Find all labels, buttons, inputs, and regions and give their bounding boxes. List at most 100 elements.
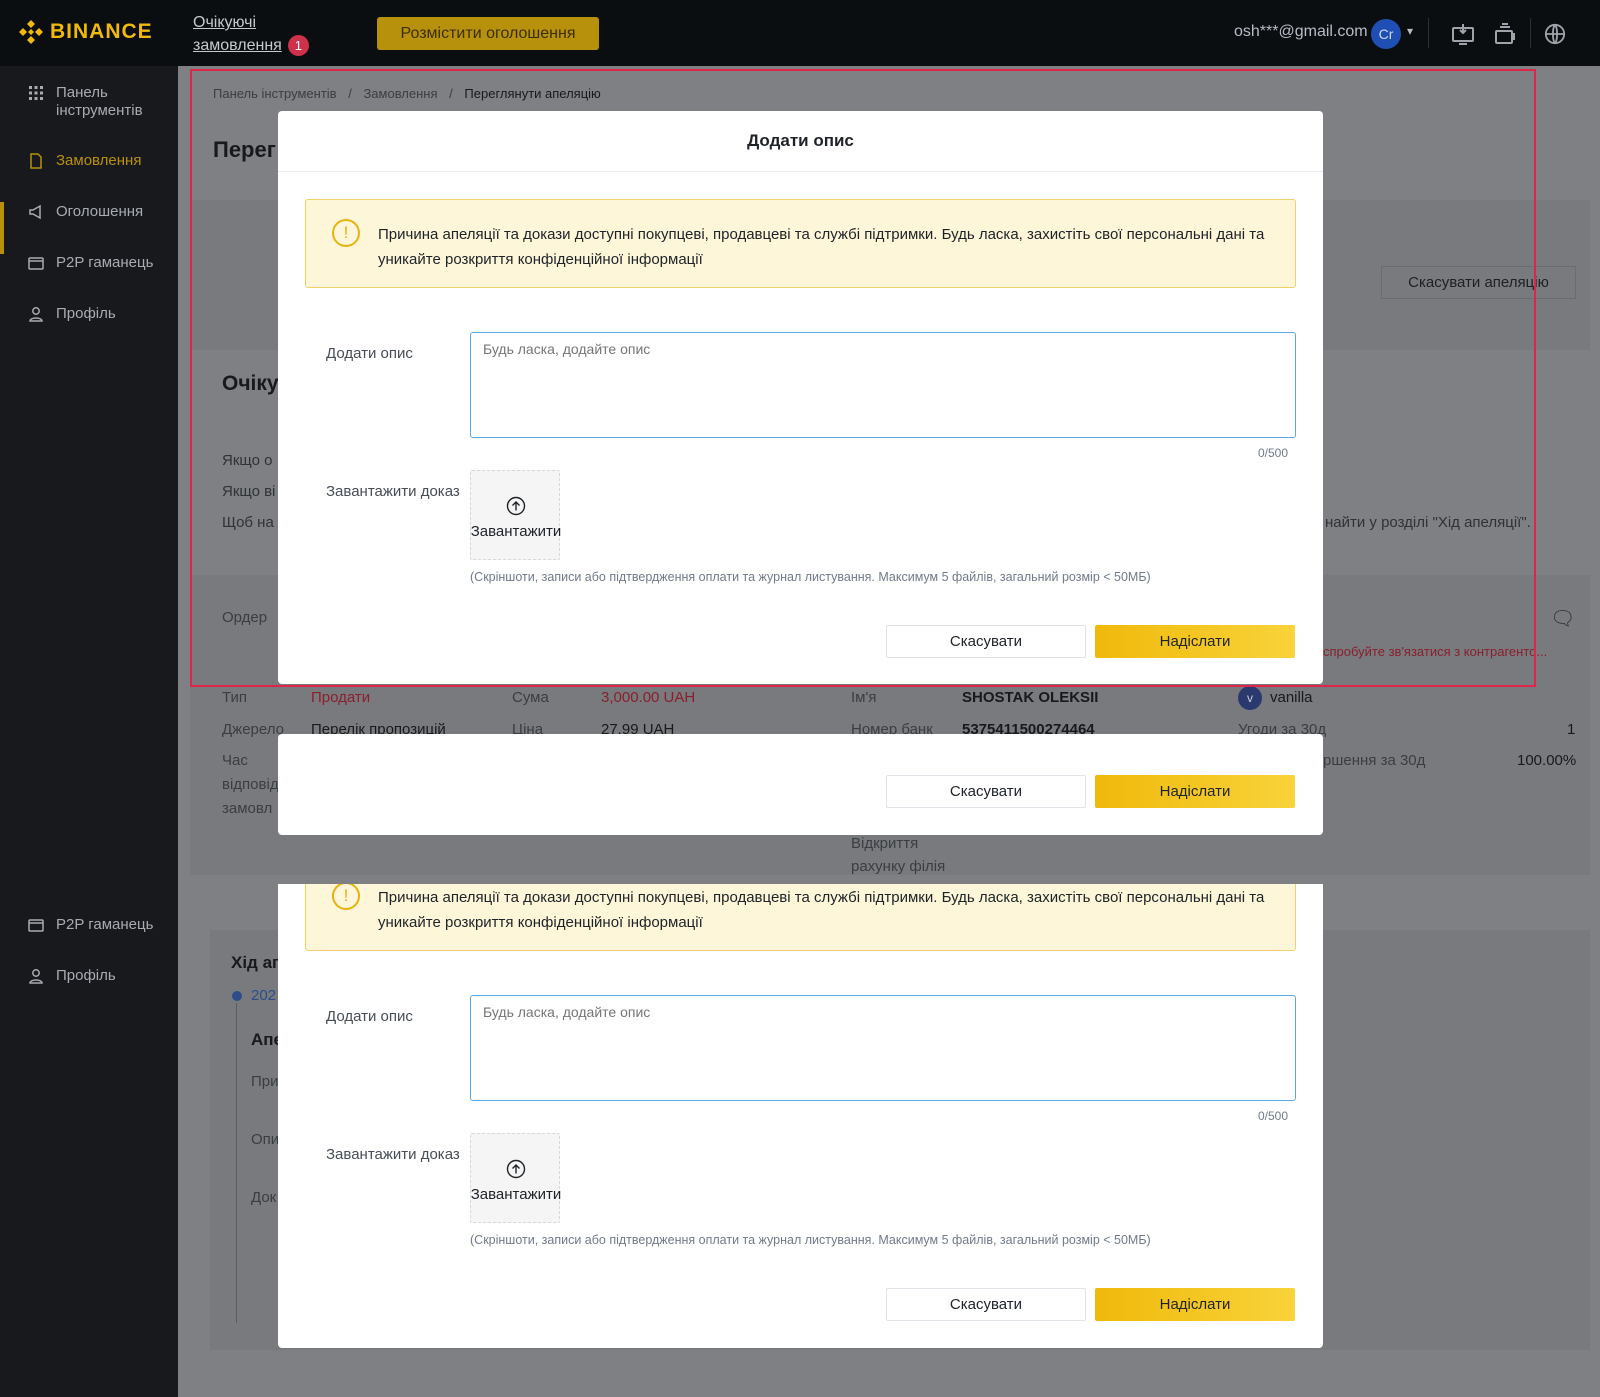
pending-orders-label-line2: замовлення	[193, 37, 282, 54]
sidebar-item-label: Профіль	[56, 967, 116, 984]
privacy-notice-text: Причина апеляції та докази доступні поку…	[378, 226, 1265, 268]
name-label: Ім'я	[851, 689, 877, 706]
submit-button[interactable]: Надіслати	[1095, 1288, 1295, 1321]
logo-text: BINANCE	[50, 20, 153, 43]
megaphone-icon	[29, 204, 41, 220]
messages-icon[interactable]	[1490, 19, 1520, 49]
modal-title: Додати опис	[278, 111, 1323, 172]
wallet-icon	[28, 257, 44, 270]
sidebar-item-profile[interactable]: Профіль	[28, 967, 116, 985]
sidebar-item-label: Замовлення	[56, 152, 142, 169]
binance-logo[interactable]: BINANCE	[18, 19, 153, 45]
sidebar-item-orders[interactable]: Замовлення	[28, 152, 141, 170]
progress-line: При	[251, 1073, 279, 1090]
name-value: SHOSTAK OLEKSII	[962, 689, 1099, 706]
sidebar-item-ads[interactable]: Оголошення	[28, 203, 143, 221]
section-title: Очіку	[222, 372, 279, 395]
upload-button[interactable]: Завантажити	[470, 470, 561, 560]
timeline-dot	[232, 991, 242, 1001]
info-line-tail: найти у розділі "Хід апеляції".	[1325, 514, 1531, 531]
time-label: замовл	[222, 800, 273, 817]
warning-icon: !	[332, 884, 360, 910]
source-label: Джерело	[222, 721, 284, 738]
sidebar-item-label: Оголошення	[56, 203, 144, 220]
sidebar-item-profile[interactable]: Профіль	[28, 305, 116, 323]
user-icon	[29, 969, 43, 984]
pending-orders-label-line1: Очікуючі	[193, 14, 257, 31]
sidebar-item-dashboard[interactable]: Панель інструментів	[28, 84, 143, 120]
avatar[interactable]: Cr	[1371, 19, 1401, 49]
upload-arrow-icon	[506, 1159, 526, 1179]
breadcrumb-separator: /	[348, 86, 352, 101]
post-ad-button[interactable]: Розмістити оголошення	[377, 17, 599, 50]
progress-date: 202	[251, 987, 277, 1004]
type-value: Продати	[311, 689, 371, 706]
chevron-down-icon[interactable]: ▾	[1407, 24, 1413, 38]
privacy-notice: ! Причина апеляції та докази доступні по…	[305, 884, 1296, 951]
time-label: відповід	[222, 776, 279, 793]
char-counter: 0/500	[1258, 1109, 1289, 1123]
add-description-modal-footer: Скасувати Надіслати	[278, 734, 1323, 835]
cancel-button[interactable]: Скасувати	[886, 775, 1086, 808]
pending-count-badge: 1	[287, 35, 309, 56]
privacy-notice: ! Причина апеляції та докази доступні по…	[305, 199, 1296, 288]
breadcrumb-current: Переглянути апеляцію	[464, 86, 601, 101]
binance-diamond-icon	[19, 20, 43, 44]
upload-button[interactable]: Завантажити	[470, 1133, 561, 1223]
document-icon	[30, 153, 42, 169]
amount-label: Сума	[512, 689, 549, 706]
branch-label: рахунку філія	[851, 858, 946, 875]
completion-label: ршення за 30д	[1323, 752, 1426, 769]
time-label: Час	[222, 752, 248, 769]
add-description-modal: Додати опис ! Причина апеляції та докази…	[278, 111, 1323, 684]
warning-icon: !	[332, 219, 360, 247]
description-label: Додати опис	[326, 1008, 413, 1025]
submit-button[interactable]: Надіслати	[1095, 775, 1295, 808]
upload-hint: (Скріншоти, записи або підтвердження опл…	[470, 1233, 1151, 1247]
contact-warning: спробуйте зв'язатися з контрагенто...	[1323, 644, 1548, 659]
chat-icon[interactable]: 🗨	[1550, 606, 1575, 631]
type-label: Тип	[222, 689, 248, 706]
privacy-notice-text: Причина апеляції та докази доступні поку…	[378, 889, 1265, 931]
page-title: Перег	[213, 137, 276, 162]
info-line: Щоб на	[222, 514, 274, 531]
divider	[1530, 18, 1531, 48]
top-navigation-bar: BINANCE Очікуючі замовлення 1 Розмістити …	[0, 0, 1600, 66]
divider	[1428, 18, 1429, 48]
user-badge: v	[1238, 686, 1262, 710]
sidebar-item-label: Панель	[56, 84, 108, 101]
breadcrumb-dashboard[interactable]: Панель інструментів	[213, 86, 337, 101]
cancel-appeal-button[interactable]: Скасувати апеляцію	[1381, 266, 1576, 299]
description-input[interactable]	[470, 995, 1296, 1101]
wallet-icon	[28, 919, 44, 932]
sidebar-item-label: P2P гаманець	[56, 916, 154, 933]
cancel-button[interactable]: Скасувати	[886, 1288, 1086, 1321]
cancel-button[interactable]: Скасувати	[886, 625, 1086, 658]
user-email[interactable]: osh***@gmail.com	[1234, 23, 1368, 41]
breadcrumb-orders[interactable]: Замовлення	[363, 86, 437, 101]
upload-evidence-label: Завантажити доказ	[326, 1146, 460, 1163]
upload-evidence-label: Завантажити доказ	[326, 483, 460, 500]
pending-orders-link[interactable]: Очікуючі замовлення 1	[193, 11, 309, 57]
progress-line: Опи	[251, 1131, 280, 1148]
active-indicator	[0, 202, 4, 254]
sidebar-item-p2p-wallet[interactable]: P2P гаманець	[28, 254, 153, 272]
download-app-icon[interactable]	[1448, 19, 1478, 49]
info-line: Якщо о	[222, 452, 273, 469]
sidebar-item-label: Профіль	[56, 305, 116, 322]
globe-icon[interactable]	[1540, 19, 1570, 49]
upload-hint: (Скріншоти, записи або підтвердження опл…	[470, 570, 1151, 584]
sidebar-item-p2p-wallet[interactable]: P2P гаманець	[28, 916, 153, 934]
amount-value: 3,000.00 UAH	[601, 689, 696, 706]
counterparty-name[interactable]: vanilla	[1270, 689, 1313, 706]
description-input[interactable]	[470, 332, 1296, 438]
progress-line: Док	[251, 1189, 277, 1206]
grid-icon	[29, 86, 43, 100]
upload-arrow-icon	[506, 496, 526, 516]
completion-value: 100.00%	[1517, 752, 1577, 769]
submit-button[interactable]: Надіслати	[1095, 625, 1295, 658]
breadcrumb: Панель інструментів / Замовлення / Перег…	[213, 86, 601, 101]
order-label: Ордер	[222, 609, 268, 626]
progress-title: Хід ап	[231, 953, 283, 972]
trades-value: 1	[1567, 721, 1576, 738]
